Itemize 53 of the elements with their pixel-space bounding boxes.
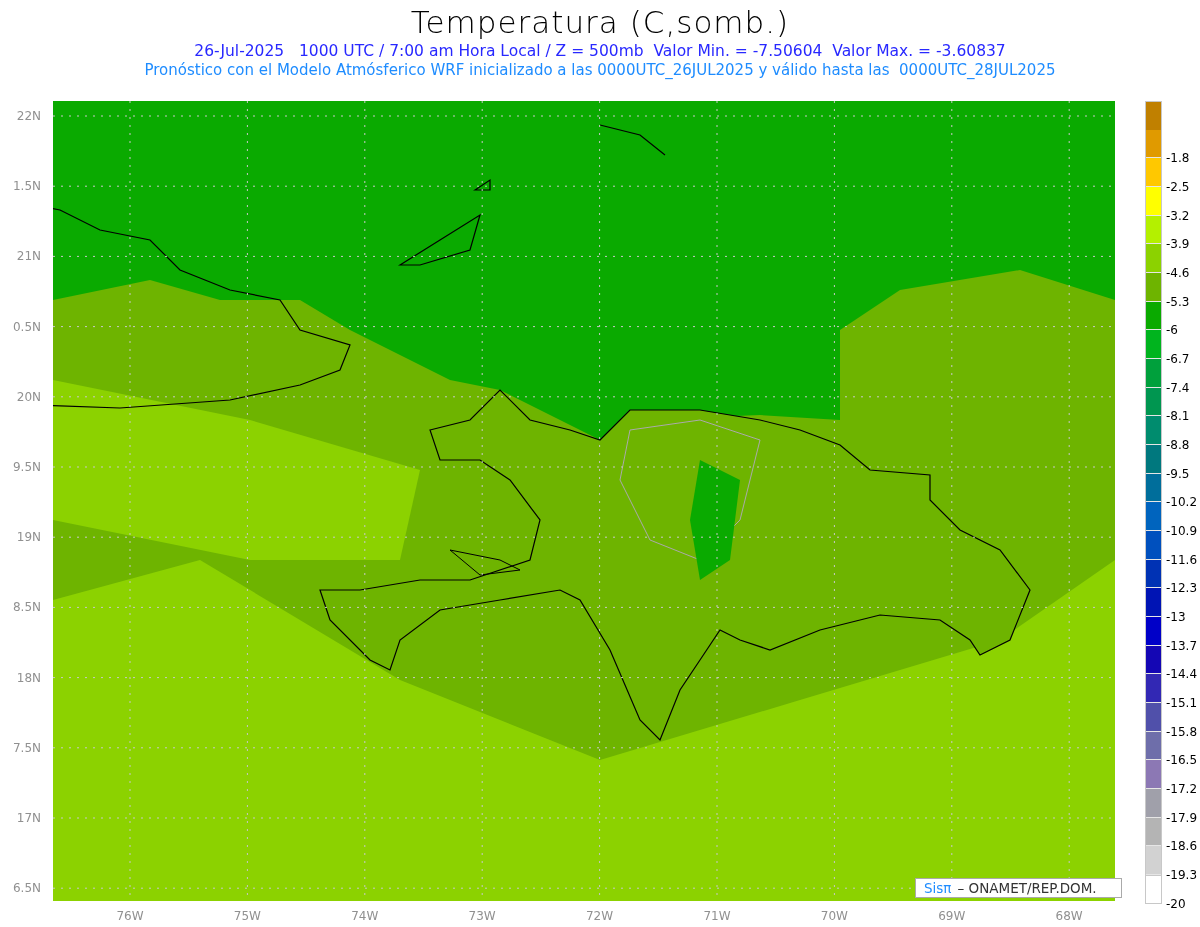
longitude-label: 69W — [937, 909, 967, 923]
scale-label: -5.3 — [1166, 293, 1190, 310]
scale-label: -6 — [1166, 322, 1178, 339]
scale-label: -13 — [1166, 609, 1186, 626]
scale-label: -10.9 — [1166, 523, 1198, 540]
latitude-label: 17N — [15, 810, 42, 825]
longitude-label: 74W — [350, 909, 380, 923]
scale-label: -8.8 — [1166, 437, 1190, 454]
scale-label: -8.1 — [1166, 408, 1190, 425]
scale-label: -15.8 — [1166, 723, 1198, 740]
latitude-label: 19N — [15, 530, 42, 545]
scale-label: -2.5 — [1166, 179, 1190, 195]
longitude-label: 73W — [467, 909, 497, 923]
scale-label: -19.3 — [1166, 867, 1198, 884]
scale-label: -7.4 — [1166, 379, 1190, 396]
run-info-text: 26-Jul-2025 1000 UTC / 7:00 am Hora Local / Z = 500mb Valor Min. = -7.50604 Valor Max. = -3.60837 — [194, 42, 1006, 60]
scale-label: -20 — [1166, 895, 1186, 912]
latitude-label: 8.5N — [11, 600, 42, 615]
credit-text: – ONAMET/REP.DOM. — [957, 880, 1097, 896]
scale-label: -17.2 — [1166, 781, 1198, 798]
longitude-label: 68W — [1054, 909, 1084, 923]
latitude-label: 22N — [15, 109, 42, 123]
scale-label: -10.2 — [1166, 494, 1198, 511]
scale-label: -11.6 — [1166, 551, 1198, 568]
longitude-label: 72W — [585, 909, 615, 923]
scale-label: -14.4 — [1166, 666, 1198, 683]
scale-label: -3.2 — [1166, 207, 1190, 224]
longitude-label: 71W — [702, 909, 732, 923]
chart-title: Temperatura (C,somb.) — [410, 4, 790, 40]
scale-label: -3.9 — [1166, 236, 1190, 253]
longitude-label: 70W — [819, 909, 849, 923]
scale-label: -17.9 — [1166, 809, 1198, 826]
latitude-label: 9.5N — [11, 459, 42, 474]
latitude-label: 7.5N — [11, 740, 42, 755]
forecast-info-text: Pronóstico con el Modelo Atmósferico WRF inicializado a las 0000UTC_26JUL2025 y válido hasta las 0000UTC_28JUL2025 — [144, 61, 1056, 79]
latitude-label: 1.5N — [11, 179, 42, 194]
latitude-label: 0.5N — [11, 319, 42, 334]
latitude-label: 21N — [15, 249, 42, 264]
latitude-label: 18N — [15, 670, 42, 685]
longitude-label: 76W — [115, 909, 145, 923]
scale-label: -4.6 — [1166, 265, 1190, 282]
scale-label: -15.1 — [1166, 695, 1198, 712]
logo-text: Sisπ — [924, 880, 952, 896]
scale-label: -18.6 — [1166, 838, 1198, 855]
latitude-label: 6.5N — [11, 881, 42, 896]
scale-label: -6.7 — [1166, 351, 1190, 368]
scale-label: -16.5 — [1166, 752, 1198, 769]
longitude-label: 75W — [232, 909, 262, 923]
scale-label: -1.8 — [1166, 150, 1190, 167]
scale-label: -12.3 — [1166, 580, 1198, 597]
latitude-label: 20N — [15, 389, 42, 404]
scale-label: -9.5 — [1166, 465, 1190, 482]
scale-label: -13.7 — [1166, 637, 1198, 654]
